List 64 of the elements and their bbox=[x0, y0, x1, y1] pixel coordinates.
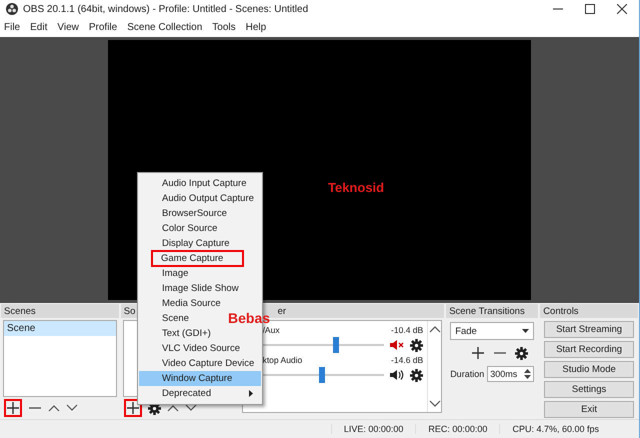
chevron-up-icon[interactable] bbox=[166, 404, 179, 412]
menu-item[interactable]: File bbox=[4, 22, 20, 34]
speaker-icon[interactable] bbox=[390, 370, 404, 380]
menu-item[interactable]: BrowserSource bbox=[139, 206, 235, 221]
dock-header: Scene Transitions bbox=[446, 304, 538, 318]
app-logo-icon bbox=[6, 3, 18, 16]
menu-item[interactable]: Edit bbox=[30, 22, 48, 34]
transition-dropdown[interactable]: Fade bbox=[450, 322, 534, 340]
gear-icon[interactable] bbox=[410, 338, 424, 352]
volume-reading: -10.4 dB bbox=[391, 325, 424, 336]
slider-thumb[interactable] bbox=[319, 367, 326, 384]
menu-item[interactable]: Video Capture Device bbox=[139, 356, 262, 371]
scrollbar[interactable] bbox=[427, 321, 442, 412]
gear-icon[interactable] bbox=[515, 346, 528, 360]
menu-item[interactable]: Text (GDI+) bbox=[139, 326, 219, 341]
menu-item[interactable]: Scene Collection bbox=[127, 22, 202, 34]
maximize-icon[interactable] bbox=[585, 4, 595, 14]
duration-field[interactable]: 300ms bbox=[487, 366, 534, 382]
chevron-down-icon[interactable] bbox=[428, 400, 441, 408]
menu-item[interactable]: Image bbox=[139, 266, 196, 281]
duration-label: Duration bbox=[450, 369, 484, 380]
muted-speaker-icon[interactable] bbox=[390, 340, 404, 350]
cpu-status: CPU: 4.7%, 60.00 fps bbox=[499, 424, 611, 434]
menu-item[interactable]: Media Source bbox=[139, 296, 229, 311]
menu-item[interactable]: Display Capture bbox=[139, 236, 238, 251]
control-button[interactable]: Start Recording bbox=[544, 341, 634, 358]
volume-reading: -14.6 dB bbox=[391, 355, 424, 366]
close-icon[interactable] bbox=[617, 4, 627, 14]
scene-item[interactable]: Scene bbox=[4, 321, 116, 336]
menu-item[interactable]: Help bbox=[246, 22, 266, 34]
caret-icon bbox=[522, 329, 530, 334]
control-button[interactable]: Start Streaming bbox=[544, 321, 634, 338]
rec-status: REC: 00:00:00 bbox=[415, 424, 500, 434]
dock-header: Scenes bbox=[1, 304, 119, 318]
menu-item[interactable]: Game Capture bbox=[152, 251, 243, 266]
menu-item[interactable]: Color Source bbox=[139, 221, 226, 236]
control-button[interactable]: Studio Mode bbox=[544, 361, 634, 378]
menu-item[interactable]: Audio Output Capture bbox=[139, 191, 262, 206]
gear-icon[interactable] bbox=[410, 368, 424, 382]
plus-icon[interactable] bbox=[471, 346, 486, 360]
chevron-up-icon[interactable] bbox=[428, 325, 441, 334]
spin-arrows-icon[interactable] bbox=[524, 368, 532, 380]
menu-item[interactable]: Profile bbox=[88, 22, 118, 34]
annotation-text: Bebas bbox=[228, 310, 270, 326]
menu-item[interactable]: Window Capture bbox=[139, 371, 261, 386]
chevron-down-icon[interactable] bbox=[66, 404, 78, 412]
chevron-up-icon[interactable] bbox=[48, 404, 60, 412]
channel-name: /Aux bbox=[262, 325, 280, 336]
menu-item[interactable]: VLC Video Source bbox=[139, 341, 248, 356]
window-title: OBS 20.1.1 (64bit, windows) - Profile: Untitled - Scenes: Untitled bbox=[23, 4, 308, 15]
menu-item[interactable]: Tools bbox=[212, 22, 236, 34]
menu-item[interactable]: Scene bbox=[139, 311, 197, 326]
menu-item[interactable]: Image Slide Show bbox=[139, 281, 247, 296]
menu-item[interactable]: Audio Input Capture bbox=[139, 176, 255, 191]
annotation-text: Teknosid bbox=[328, 180, 384, 195]
dock-header: Controls bbox=[540, 304, 638, 318]
control-button[interactable]: Exit bbox=[544, 401, 634, 418]
slider-thumb[interactable] bbox=[332, 337, 339, 354]
menu-item[interactable]: Deprecated bbox=[139, 386, 261, 401]
control-button[interactable]: Settings bbox=[544, 381, 634, 398]
chevron-down-icon[interactable] bbox=[184, 404, 197, 412]
menu-item[interactable]: View bbox=[57, 22, 79, 34]
live-status: LIVE: 00:00:00 bbox=[330, 424, 416, 434]
channel-name: ktop Audio bbox=[262, 355, 302, 366]
